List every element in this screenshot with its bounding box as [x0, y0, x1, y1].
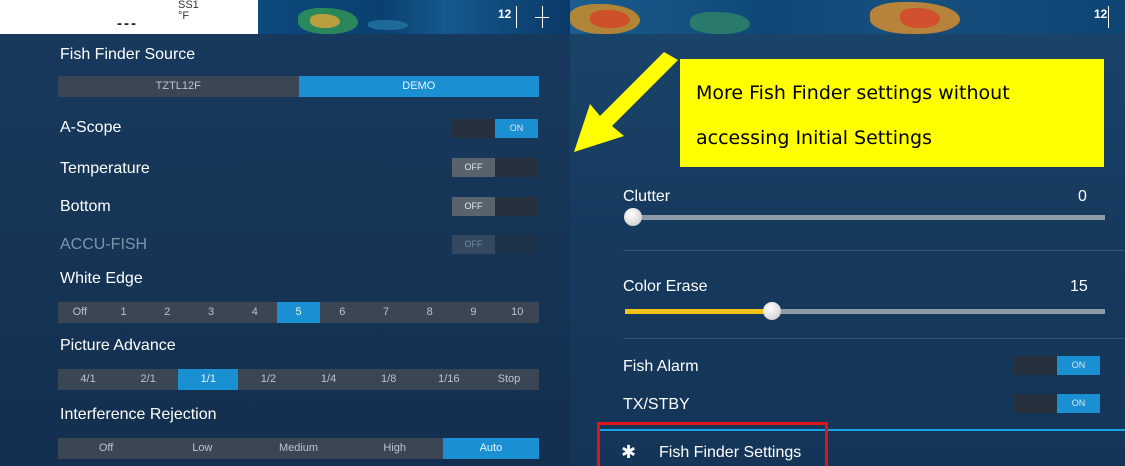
- white-edge-option[interactable]: 6: [320, 302, 364, 323]
- fish-alarm-toggle[interactable]: ON: [1014, 356, 1100, 375]
- picture-advance-option[interactable]: 1/2: [238, 369, 298, 390]
- sonar-display-strip: ‑‑‑ SS1 °F 12 12: [0, 0, 1125, 34]
- white-edge-option-selected[interactable]: 5: [276, 302, 321, 323]
- echo-blob: [368, 20, 408, 30]
- white-edge-label: White Edge: [60, 270, 143, 287]
- sonar-echo-left: 12: [258, 0, 570, 34]
- interference-option[interactable]: Low: [154, 438, 250, 459]
- interference-option[interactable]: Medium: [250, 438, 346, 459]
- bottom-label: Bottom: [60, 198, 111, 215]
- white-edge-option[interactable]: 4: [233, 302, 277, 323]
- picture-advance-option[interactable]: 1/8: [359, 369, 419, 390]
- echo-blob: [690, 12, 750, 34]
- color-erase-slider-knob[interactable]: [763, 302, 781, 320]
- toggle-on-segment: [495, 197, 538, 216]
- depth-scale-label: 12: [1094, 7, 1108, 21]
- toggle-state: OFF: [452, 197, 495, 216]
- white-edge-option[interactable]: 8: [408, 302, 452, 323]
- clutter-slider-track[interactable]: [625, 215, 1105, 220]
- white-edge-option[interactable]: 10: [495, 302, 539, 323]
- picture-advance-option[interactable]: 2/1: [118, 369, 178, 390]
- scale-tick: [516, 6, 517, 28]
- sonar-echo-right: 12: [570, 0, 1125, 34]
- fish-finder-source-selector[interactable]: TZTL12F DEMO: [58, 76, 539, 97]
- fish-finder-source-label: Fish Finder Source: [60, 46, 196, 63]
- white-edge-option[interactable]: 2: [145, 302, 189, 323]
- accu-fish-toggle: OFF: [452, 235, 538, 254]
- depth-scale-label: 12: [498, 7, 512, 21]
- white-edge-option[interactable]: 3: [189, 302, 233, 323]
- white-edge-selector[interactable]: Off 1 2 3 4 5 6 7 8 9 10: [58, 302, 539, 323]
- interference-rejection-selector[interactable]: Off Low Medium High Auto: [58, 438, 540, 459]
- picture-advance-option[interactable]: 1/4: [299, 369, 359, 390]
- sensor-unit: °F: [178, 10, 190, 22]
- clutter-slider-knob[interactable]: [624, 208, 642, 226]
- interference-option-selected[interactable]: Auto: [442, 438, 540, 459]
- scale-tick: [542, 6, 543, 28]
- a-scope-toggle[interactable]: ON: [452, 119, 538, 138]
- interference-option[interactable]: Off: [58, 438, 154, 459]
- toggle-on-segment: [495, 158, 538, 177]
- white-edge-option[interactable]: Off: [58, 302, 102, 323]
- fish-finder-settings-button[interactable]: Fish Finder Settings: [659, 444, 801, 462]
- white-edge-option[interactable]: 9: [452, 302, 496, 323]
- accu-fish-label: ACCU-FISH: [60, 236, 148, 253]
- toggle-off-segment: [452, 119, 495, 138]
- clutter-value: 0: [1078, 188, 1087, 205]
- temperature-label: Temperature: [60, 160, 150, 177]
- fish-alarm-label: Fish Alarm: [623, 358, 699, 375]
- source-option-tztl12f[interactable]: TZTL12F: [58, 76, 299, 97]
- color-erase-value: 15: [1070, 278, 1088, 295]
- interference-rejection-label: Interference Rejection: [60, 406, 217, 423]
- divider: [623, 250, 1125, 251]
- interference-option[interactable]: High: [347, 438, 443, 459]
- picture-advance-option[interactable]: Stop: [479, 369, 539, 390]
- toggle-on-segment: [495, 235, 538, 254]
- sensor-label: SS1 °F: [178, 0, 199, 22]
- fish-finder-menu-left: Fish Finder Source TZTL12F DEMO A-Scope …: [0, 34, 570, 466]
- temperature-toggle[interactable]: OFF: [452, 158, 538, 177]
- status-area: ‑‑‑ SS1 °F: [0, 0, 258, 34]
- bottom-toggle[interactable]: OFF: [452, 197, 538, 216]
- tx-stby-toggle[interactable]: ON: [1014, 394, 1100, 413]
- annotation-callout: More Fish Finder settings without access…: [680, 59, 1104, 167]
- white-edge-option[interactable]: 1: [102, 302, 146, 323]
- echo-blob: [310, 14, 340, 28]
- toggle-state: OFF: [452, 235, 495, 254]
- color-erase-label: Color Erase: [623, 278, 708, 295]
- echo-blob: [590, 10, 630, 28]
- white-edge-option[interactable]: 7: [364, 302, 408, 323]
- gear-icon: ✱: [621, 442, 637, 462]
- picture-advance-selector[interactable]: 4/1 2/1 1/1 1/2 1/4 1/8 1/16 Stop: [58, 369, 539, 390]
- arrow-pointer-icon: [574, 52, 678, 152]
- picture-advance-option[interactable]: 1/16: [419, 369, 479, 390]
- source-option-demo[interactable]: DEMO: [298, 76, 539, 97]
- callout-line-1: More Fish Finder settings without: [696, 82, 1010, 104]
- toggle-state: ON: [1057, 356, 1100, 375]
- echo-blob: [900, 8, 940, 28]
- dashes-readout: ‑‑‑: [117, 15, 138, 32]
- toggle-state: ON: [495, 119, 538, 138]
- tx-stby-label: TX/STBY: [623, 396, 690, 413]
- color-erase-slider-fill: [625, 309, 773, 314]
- toggle-off-segment: [1014, 356, 1057, 375]
- picture-advance-option-selected[interactable]: 1/1: [178, 369, 239, 390]
- scale-tick: [1108, 6, 1109, 28]
- toggle-state: OFF: [452, 158, 495, 177]
- clutter-label: Clutter: [623, 188, 671, 205]
- callout-line-2: accessing Initial Settings: [696, 127, 932, 149]
- picture-advance-option[interactable]: 4/1: [58, 369, 118, 390]
- a-scope-label: A-Scope: [60, 119, 122, 136]
- divider: [623, 338, 1125, 339]
- toggle-off-segment: [1014, 394, 1057, 413]
- toggle-state: ON: [1057, 394, 1100, 413]
- picture-advance-label: Picture Advance: [60, 337, 176, 354]
